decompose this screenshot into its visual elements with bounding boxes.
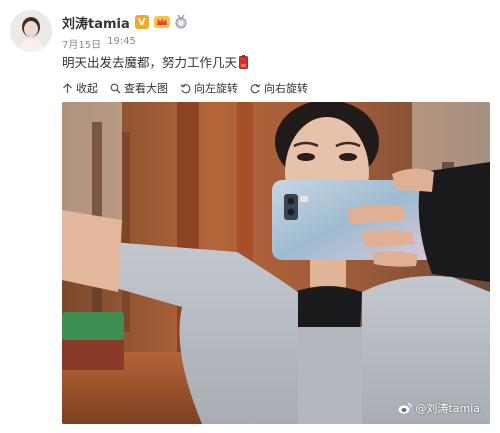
battery-emoji-icon	[239, 54, 248, 69]
post-text-content: 明天出发去魔都，努力工作几天	[62, 55, 238, 70]
avatar[interactable]	[10, 10, 52, 52]
collapse-label: 收起	[76, 82, 98, 95]
post-date[interactable]: 7月15日	[62, 36, 101, 51]
rotate-right-label: 向右旋转	[264, 82, 308, 95]
view-large-button[interactable]: 查看大图	[110, 80, 168, 96]
weibo-logo-icon	[398, 402, 413, 414]
photo-watermark: @刘涛tamia	[398, 400, 480, 416]
post-header: 刘涛tamia V 7月15日 19:45	[62, 12, 490, 51]
post-meta: 7月15日 19:45	[62, 36, 490, 51]
view-large-label: 查看大图	[124, 82, 168, 95]
crown-icon[interactable]	[153, 15, 170, 29]
gym-selfie-image	[62, 102, 490, 424]
post-text: 明天出发去魔都，努力工作几天	[62, 52, 248, 71]
rotate-right-icon	[250, 83, 261, 93]
verified-v-icon[interactable]: V	[134, 15, 149, 29]
username[interactable]: 刘涛tamia	[62, 13, 130, 32]
rotate-right-button[interactable]: 向右旋转	[250, 80, 308, 96]
rotate-left-icon	[180, 83, 191, 93]
collapse-button[interactable]: 收起	[62, 80, 98, 96]
magnifier-icon	[110, 83, 121, 93]
image-toolbar: 收起 查看大图 向左旋转 向右旋转	[62, 80, 308, 96]
post-time[interactable]: 19:45	[107, 36, 136, 51]
arrow-up-icon	[63, 82, 72, 93]
medal-icon[interactable]	[175, 15, 187, 29]
watermark-text: @刘涛tamia	[415, 402, 480, 415]
name-row: 刘涛tamia V	[62, 12, 490, 32]
rotate-left-label: 向左旋转	[194, 82, 238, 95]
rotate-left-button[interactable]: 向左旋转	[180, 80, 238, 96]
post-photo[interactable]: @刘涛tamia	[62, 102, 490, 424]
avatar-image	[10, 10, 52, 52]
